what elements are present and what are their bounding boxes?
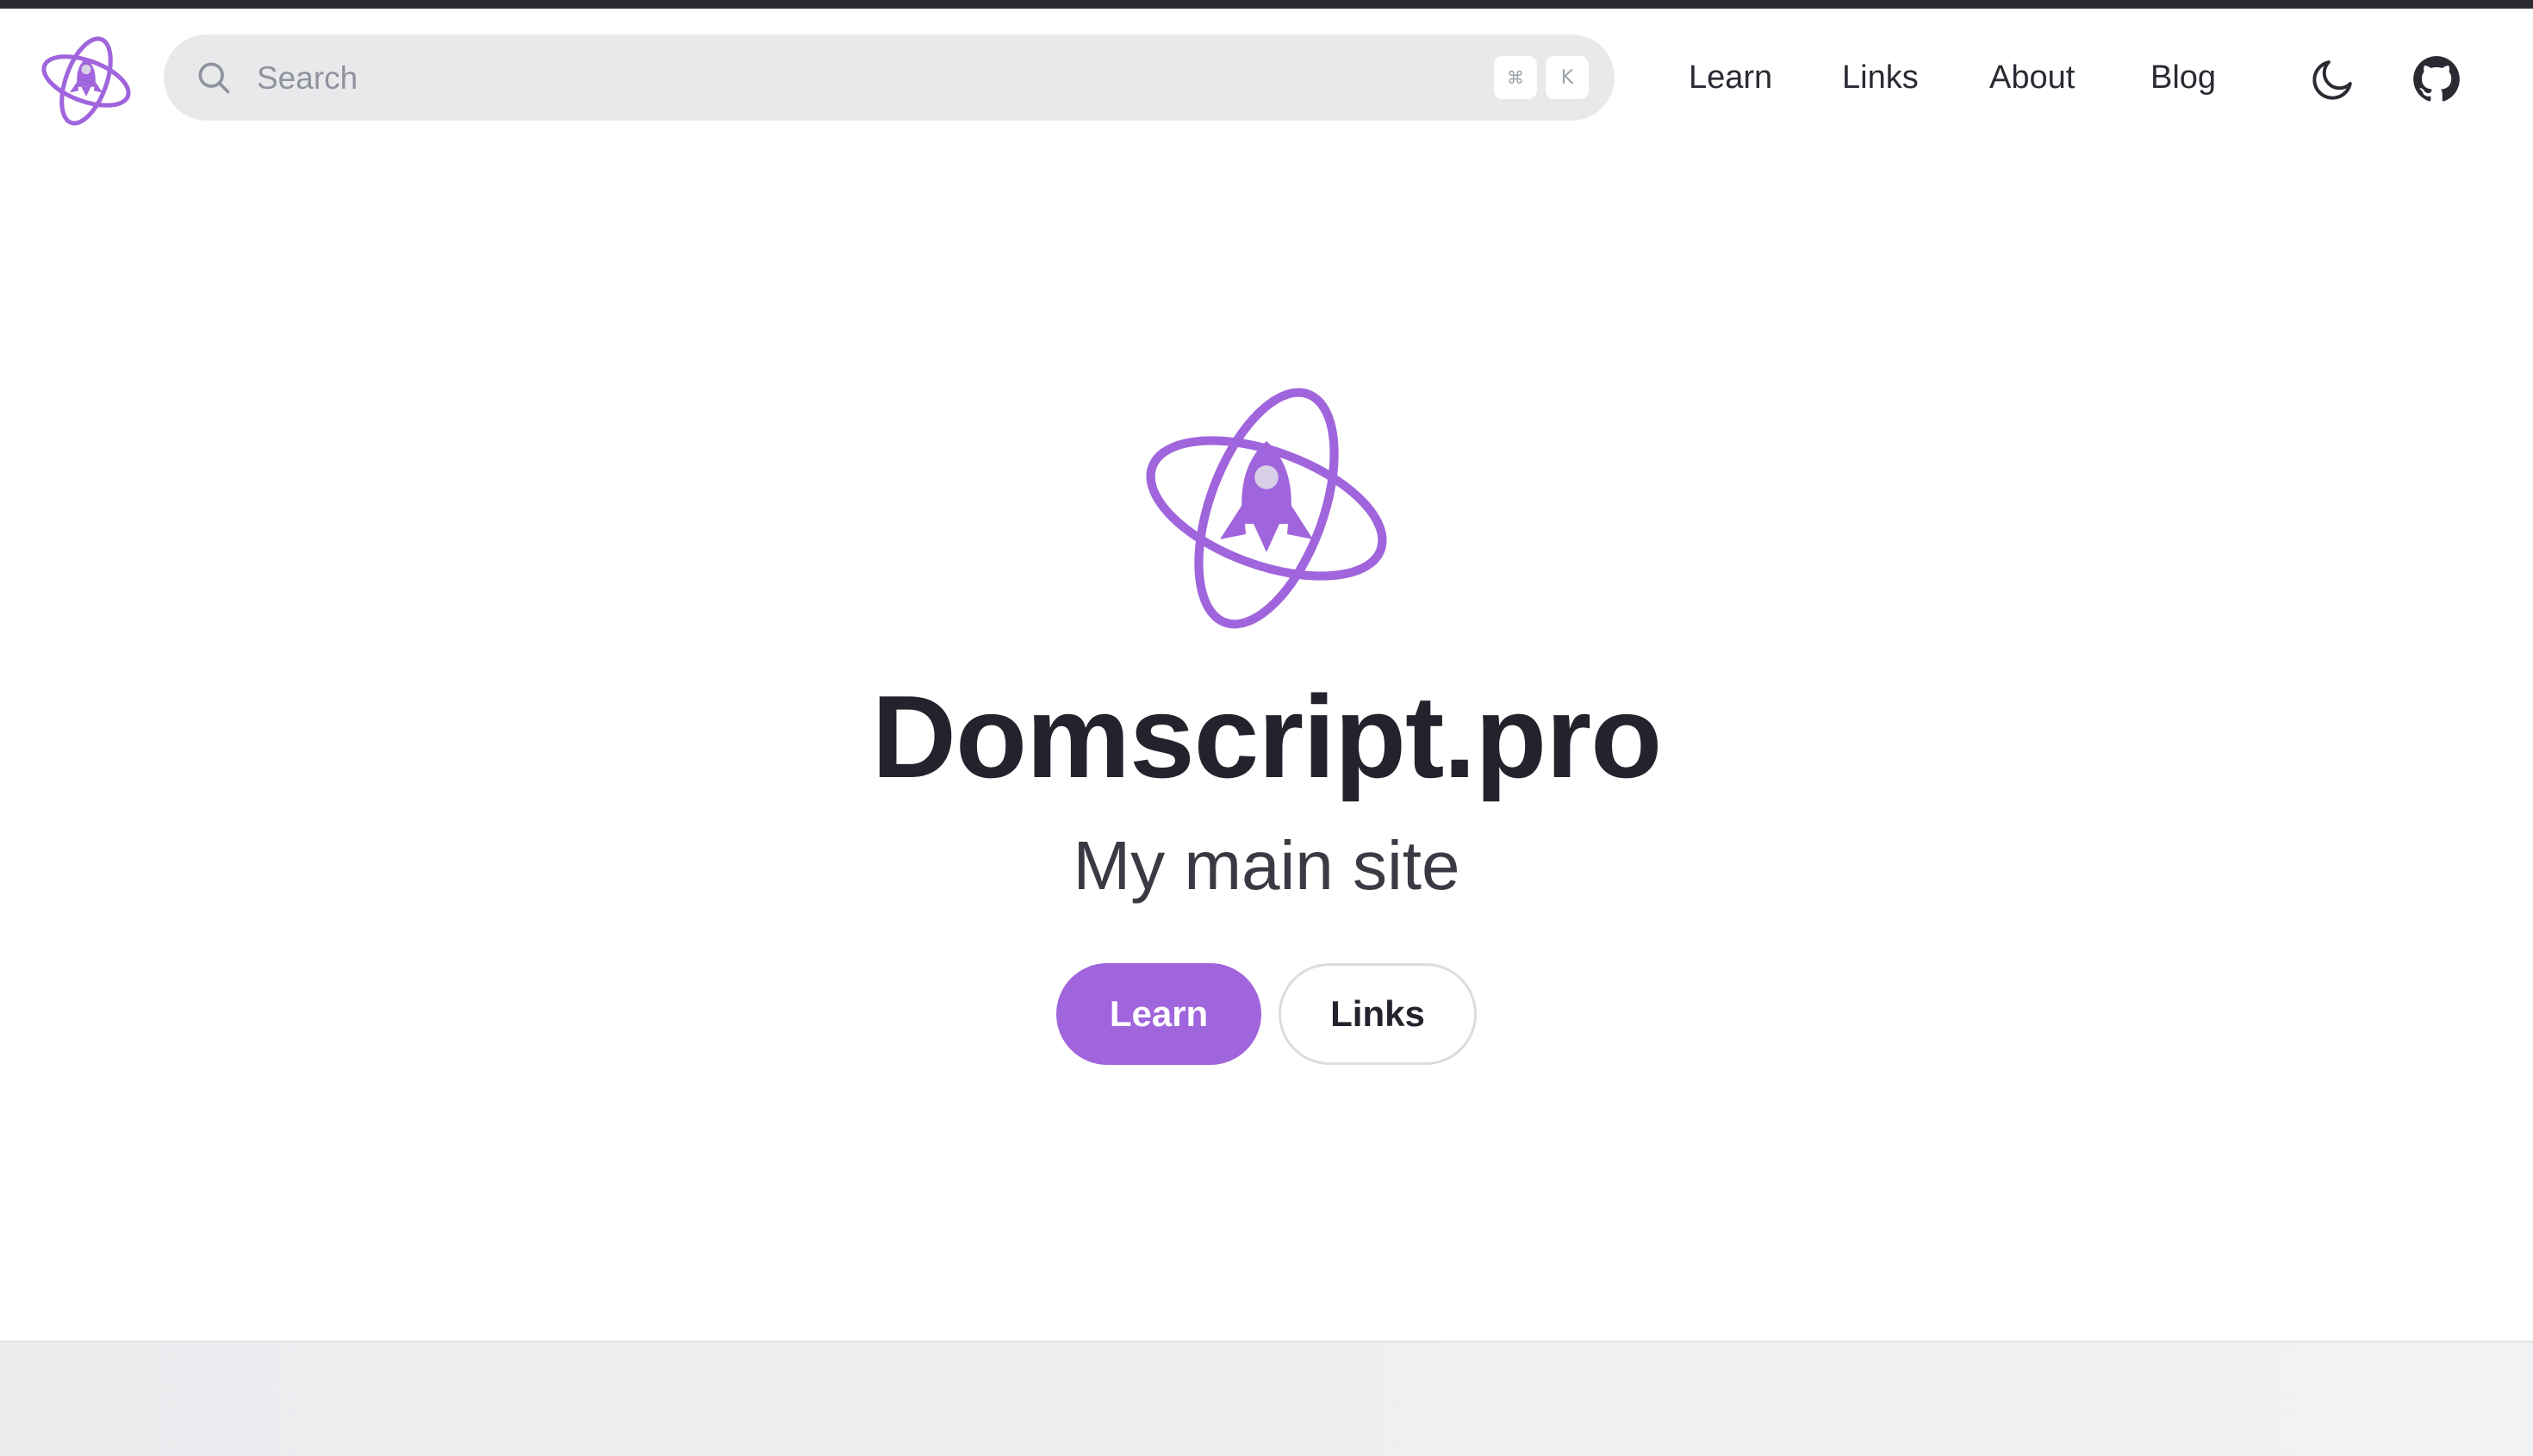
page: ⌘ K Learn Links About Blog [0, 0, 2533, 1456]
shortcut-modifier-key: ⌘ [1494, 56, 1537, 99]
navbar: ⌘ K Learn Links About Blog [0, 9, 2533, 146]
footer-band [0, 1341, 2533, 1456]
links-button[interactable]: Links [1279, 963, 1477, 1065]
search-input[interactable] [255, 48, 1551, 109]
nav-link-learn[interactable]: Learn [1689, 57, 1772, 98]
atom-rocket-logo-icon [1146, 388, 1387, 629]
github-icon [2413, 56, 2460, 102]
site-logo-link[interactable] [38, 33, 134, 129]
nav-link-about[interactable]: About [1989, 57, 2075, 98]
atom-rocket-logo-icon [41, 36, 131, 126]
shortcut-k-key: K [1546, 56, 1589, 99]
window-top-edge [0, 0, 2533, 9]
search-icon [198, 62, 230, 94]
learn-button[interactable]: Learn [1056, 963, 1261, 1065]
moon-icon [2312, 60, 2352, 100]
hero-title: Domscript.pro [871, 671, 1662, 802]
github-link[interactable] [2412, 55, 2461, 103]
hero-tagline: My main site [1073, 827, 1460, 904]
nav-link-blog[interactable]: Blog [2150, 57, 2216, 98]
nav-link-links[interactable]: Links [1842, 57, 1919, 98]
hero-logo [1137, 379, 1396, 638]
search-bar[interactable]: ⌘ K [164, 34, 1615, 121]
theme-toggle-button[interactable] [2309, 55, 2357, 103]
